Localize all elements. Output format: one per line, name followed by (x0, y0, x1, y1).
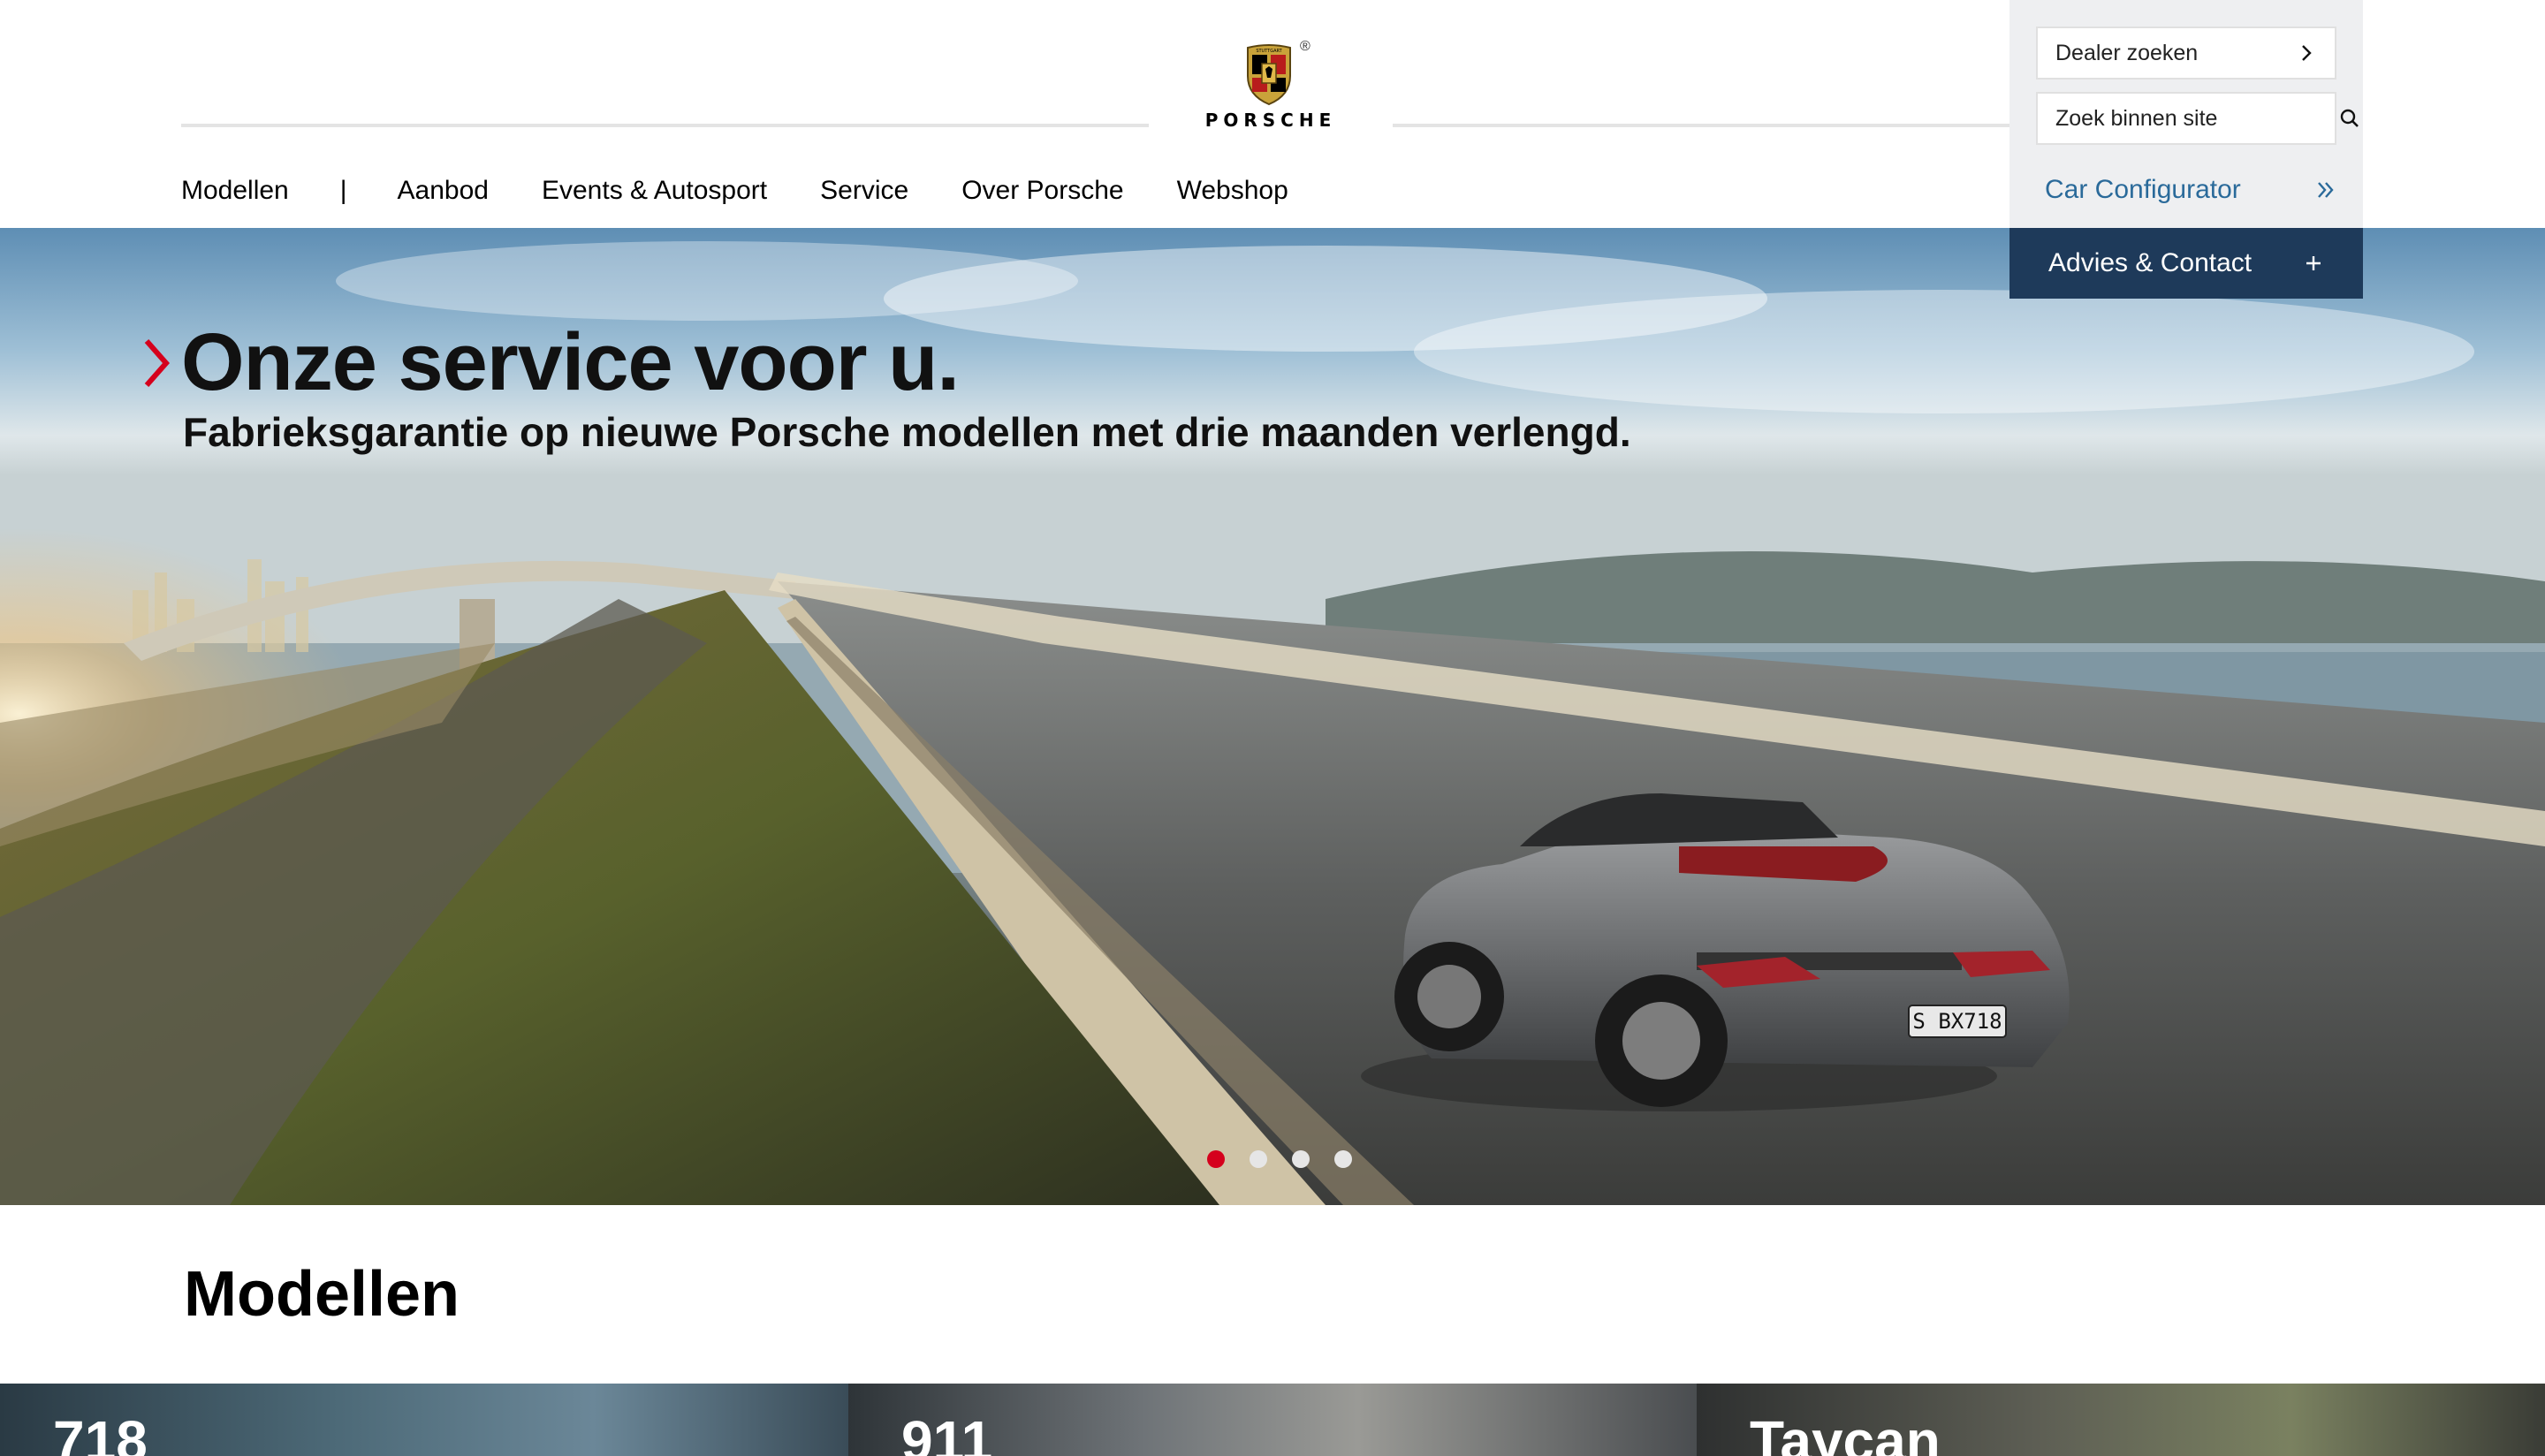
model-card-718[interactable]: 718 (0, 1384, 848, 1456)
model-card-taycan[interactable]: Taycan (1697, 1384, 2545, 1456)
porsche-wordmark: PORSCHE (1204, 110, 1337, 131)
nav-item-webshop[interactable]: Webshop (1177, 176, 1288, 206)
main-nav: Modellen | Aanbod Events & Autosport Ser… (181, 168, 1288, 214)
model-card-label: Taycan (1750, 1409, 1941, 1456)
carousel-dot-3[interactable] (1292, 1150, 1310, 1168)
plus-icon (2303, 253, 2324, 274)
header-rule-left (181, 124, 1149, 127)
dealer-search-label: Dealer zoeken (2055, 40, 2199, 65)
site-search-input[interactable] (2055, 105, 2340, 132)
hero-banner[interactable]: S BX718 Onze service voor u. Fabrieksgar… (0, 228, 2545, 1205)
license-plate-text: S BX718 (1912, 1009, 2002, 1034)
registered-mark: ® (1300, 39, 1310, 54)
red-chevron-icon (144, 339, 170, 387)
carousel-dot-4[interactable] (1334, 1150, 1352, 1168)
nav-item-aanbod[interactable]: Aanbod (398, 176, 489, 206)
nav-item-over-porsche[interactable]: Over Porsche (961, 176, 1123, 206)
nav-item-modellen[interactable]: Modellen (181, 176, 289, 206)
models-section-title: Modellen (184, 1259, 460, 1330)
hero-subtitle: Fabrieksgarantie op nieuwe Porsche model… (183, 409, 1631, 455)
nav-item-service[interactable]: Service (820, 176, 908, 206)
nav-item-events-autosport[interactable]: Events & Autosport (542, 176, 767, 206)
chevron-right-icon (2296, 42, 2317, 64)
carousel-dot-2[interactable] (1250, 1150, 1267, 1168)
carousel-indicators (1207, 1150, 1352, 1168)
dealer-search-button[interactable]: Dealer zoeken (2036, 27, 2336, 80)
svg-text:STUTTGART: STUTTGART (1256, 49, 1282, 54)
model-card-label: 718 (53, 1409, 148, 1456)
utility-panel: Dealer zoeken Car Configurator (2009, 0, 2363, 228)
porsche-logo-link[interactable]: STUTTGART ® PORSCHE (1182, 37, 1359, 134)
hero-title[interactable]: Onze service voor u. (181, 316, 960, 409)
double-chevron-right-icon (2315, 179, 2336, 201)
carousel-dot-1[interactable] (1207, 1150, 1225, 1168)
porsche-crest-icon: STUTTGART (1247, 44, 1291, 106)
car-configurator-label: Car Configurator (2045, 175, 2241, 204)
model-card-911[interactable]: 911 (848, 1384, 1697, 1456)
nav-separator: | (339, 176, 347, 205)
header-rule-right (1393, 124, 2011, 127)
advies-contact-label: Advies & Contact (2048, 248, 2253, 277)
model-cards: 718 911 Taycan (0, 1384, 2545, 1456)
site-search-field[interactable] (2036, 92, 2359, 145)
advies-contact-button[interactable]: Advies & Contact (2009, 228, 2363, 299)
search-icon[interactable] (2340, 108, 2359, 129)
model-card-label: 911 (901, 1409, 993, 1456)
car-configurator-link[interactable]: Car Configurator (2045, 168, 2336, 212)
